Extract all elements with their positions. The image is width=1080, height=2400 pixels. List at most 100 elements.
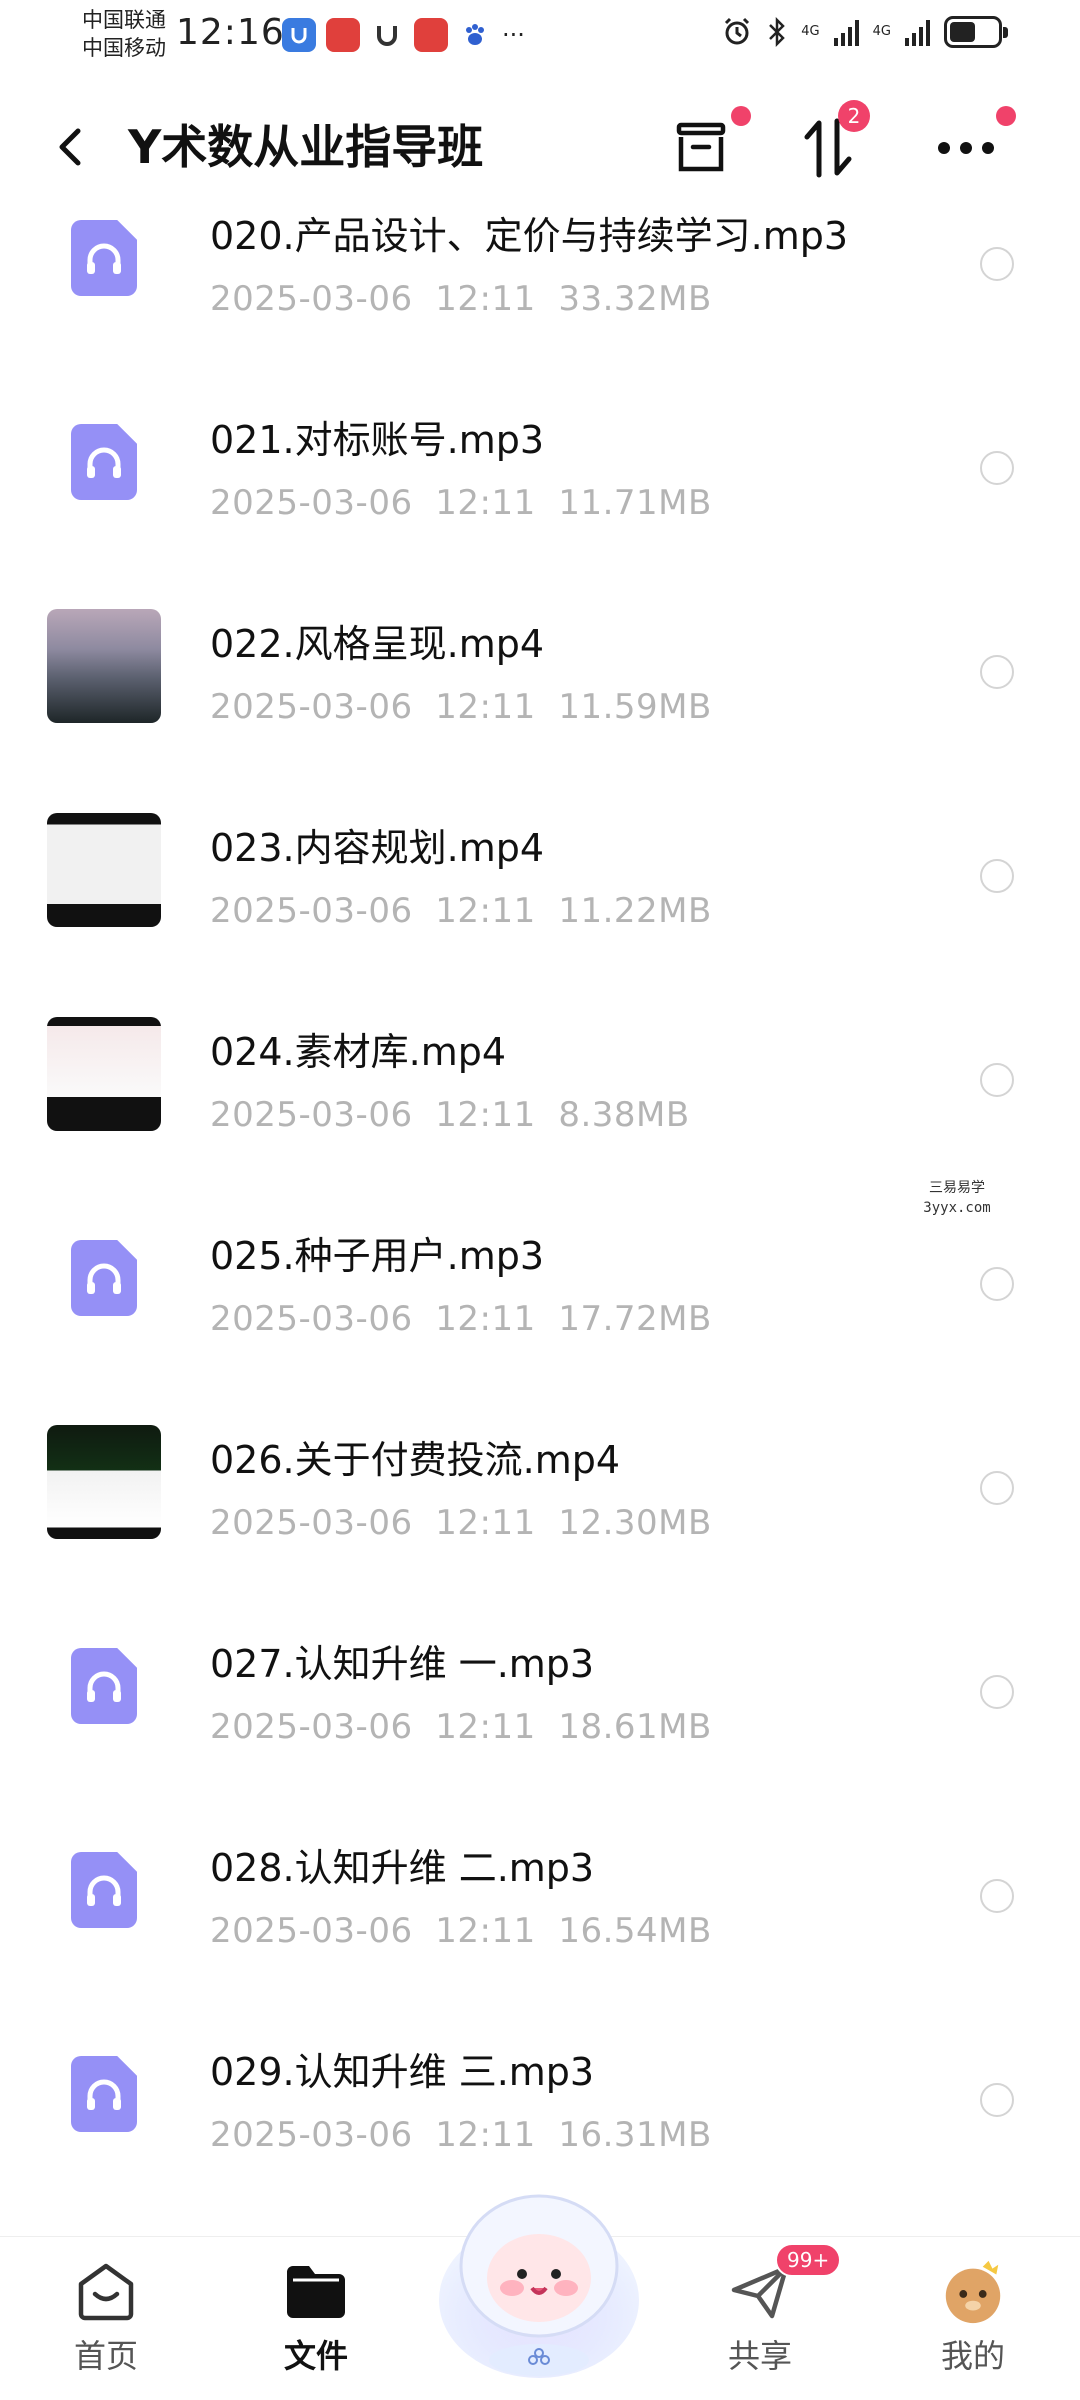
file-row[interactable]: 022.风格呈现.mp4 2025-03-06 12:11 11.59MB [0,573,1080,777]
status-bar: 中国联通 中国移动 12:16 ··· 4G 4G [0,0,1080,72]
select-radio[interactable] [980,1675,1014,1709]
file-list: 020.产品设计、定价与持续学习.mp3 2025-03-06 12:11 33.… [0,165,1080,2205]
file-size: 16.31MB [558,2115,712,2155]
more-dots-icon [938,142,994,154]
file-date: 2025-03-06 [210,279,413,319]
file-name: 021.对标账号.mp3 [210,418,545,462]
file-row[interactable]: 021.对标账号.mp3 2025-03-06 12:11 11.71MB [0,369,1080,573]
file-date: 2025-03-06 [210,483,413,523]
baidu-notification-icon [458,18,492,52]
video-thumbnail [47,813,161,927]
file-meta: 2025-03-06 12:11 12.30MB [210,1499,712,1547]
file-time: 12:11 [435,1503,536,1543]
file-date: 2025-03-06 [210,1095,413,1135]
file-row[interactable]: 028.认知升维 二.mp3 2025-03-06 12:11 16.54MB [0,1797,1080,2001]
file-time: 12:11 [435,1707,536,1747]
archive-red-dot [731,106,751,126]
shop-notification-icon [414,18,448,52]
home-icon [71,2257,141,2327]
select-radio[interactable] [980,859,1014,893]
audio-file-icon [47,1833,161,1947]
file-size: 11.22MB [558,891,712,931]
share-count-badge: 99+ [775,2243,842,2277]
file-date: 2025-03-06 [210,1503,413,1543]
file-row[interactable]: 026.关于付费投流.mp4 2025-03-06 12:11 12.30MB [0,1389,1080,1593]
watermark-bottom: 3yyx.com [923,1200,991,1216]
nav-share[interactable]: 99+ 共享 [690,2243,842,2377]
file-row[interactable]: 027.认知升维 一.mp3 2025-03-06 12:11 18.61MB [0,1593,1080,1797]
file-date: 2025-03-06 [210,1299,413,1339]
select-radio[interactable] [980,247,1014,281]
nav-files[interactable]: 文件 [246,2257,386,2377]
file-time: 12:11 [435,1299,536,1339]
file-row[interactable]: 023.内容规划.mp4 2025-03-06 12:11 11.22MB [0,777,1080,981]
file-meta: 2025-03-06 12:11 17.72MB [210,1295,712,1343]
file-meta: 2025-03-06 12:11 11.71MB [210,479,712,527]
file-time: 12:11 [435,483,536,523]
file-size: 11.71MB [558,483,712,523]
signal-bars-2-icon [905,18,930,46]
file-meta: 2025-03-06 12:11 16.54MB [210,1907,712,1955]
file-time: 12:11 [435,1095,536,1135]
file-size: 11.59MB [558,687,712,727]
nav-mine[interactable]: 我的 [903,2257,1043,2377]
select-radio[interactable] [980,1471,1014,1505]
select-radio[interactable] [980,2083,1014,2117]
huawei-notification-icon [326,18,360,52]
file-meta: 2025-03-06 12:11 16.31MB [210,2111,712,2159]
nav-files-label: 文件 [283,2337,348,2375]
file-row[interactable]: 025.种子用户.mp3 2025-03-06 12:11 17.72MB [0,1185,1080,1389]
file-row[interactable]: 020.产品设计、定价与持续学习.mp3 2025-03-06 12:11 33.… [0,165,1080,369]
file-time: 12:11 [435,279,536,319]
network-type-2: 4G [872,24,891,39]
nav-home[interactable]: 首页 [36,2257,176,2377]
notification-icons: ··· [282,18,525,52]
file-name: 026.关于付费投流.mp4 [210,1438,621,1482]
file-name: 022.风格呈现.mp4 [210,622,545,666]
video-thumbnail [47,1017,161,1131]
status-time: 12:16 [176,12,285,53]
user-avatar-icon [938,2257,1008,2327]
file-meta: 2025-03-06 12:11 18.61MB [210,1703,712,1751]
audio-file-icon [47,1221,161,1335]
nav-home-label: 首页 [73,2337,138,2375]
select-radio[interactable] [980,1063,1014,1097]
app-notification-icon [282,18,316,52]
select-radio[interactable] [980,1267,1014,1301]
audio-file-icon [47,201,161,315]
nav-mine-label: 我的 [940,2337,1005,2375]
file-size: 12.30MB [558,1503,712,1543]
audio-file-icon [47,1629,161,1743]
file-time: 12:11 [435,891,536,931]
system-status-icons: 4G 4G [721,16,1008,48]
file-size: 18.61MB [558,1707,712,1747]
file-name: 028.认知升维 二.mp3 [210,1846,595,1890]
watermark-top: 三易易学 [929,1180,985,1196]
file-date: 2025-03-06 [210,891,413,931]
video-thumbnail [47,609,161,723]
nav-share-label: 共享 [727,2337,792,2375]
watermark: 三易易学 3yyx.com [921,1178,993,1218]
bluetooth-icon [769,16,786,48]
select-radio[interactable] [980,1879,1014,1913]
video-thumbnail [47,1425,161,1539]
more-notifications-icon: ··· [502,21,525,49]
file-time: 12:11 [435,1911,536,1951]
select-radio[interactable] [980,451,1014,485]
carrier-1: 中国联通 [82,8,166,32]
file-name: 027.认知升维 一.mp3 [210,1642,595,1686]
mascot-assistant-icon[interactable] [432,2170,646,2384]
file-date: 2025-03-06 [210,2115,413,2155]
file-row[interactable]: 024.素材库.mp4 2025-03-06 12:11 8.38MB [0,981,1080,1185]
audio-file-icon [47,405,161,519]
file-date: 2025-03-06 [210,687,413,727]
file-meta: 2025-03-06 12:11 11.59MB [210,683,712,731]
file-name: 024.素材库.mp4 [210,1030,507,1074]
file-size: 16.54MB [558,1911,712,1951]
file-time: 12:11 [435,2115,536,2155]
file-size: 8.38MB [558,1095,690,1135]
select-radio[interactable] [980,655,1014,689]
file-name: 023.内容规划.mp4 [210,826,545,870]
file-date: 2025-03-06 [210,1707,413,1747]
file-meta: 2025-03-06 12:11 33.32MB [210,275,712,323]
